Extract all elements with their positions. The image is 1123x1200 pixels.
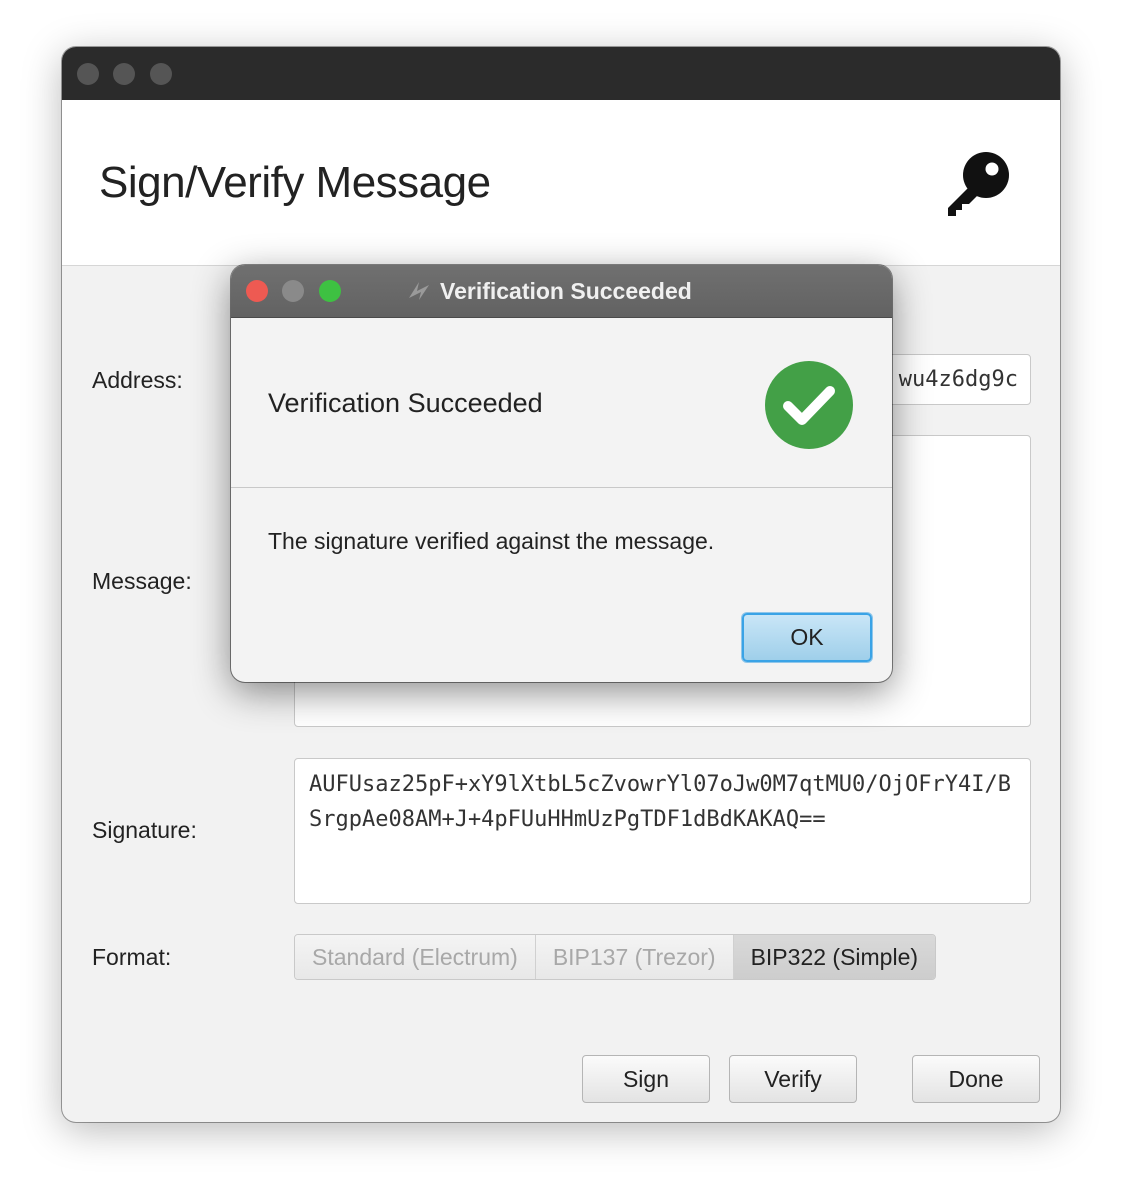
page-title: Sign/Verify Message (99, 158, 491, 207)
dialog-zoom-button[interactable] (319, 280, 341, 302)
dialog-titlebar: Verification Succeeded (231, 265, 892, 318)
format-segmented-control: Standard (Electrum) BIP137 (Trezor) BIP3… (294, 934, 937, 980)
zoom-window-button[interactable] (150, 63, 172, 85)
dialog-minimize-button (282, 280, 304, 302)
main-titlebar (62, 47, 1060, 100)
dialog-title: Verification Succeeded (440, 278, 692, 304)
format-option-bip322[interactable]: BIP322 (Simple) (733, 935, 936, 979)
dialog-heading: Verification Succeeded (268, 388, 543, 418)
format-option-bip137[interactable]: BIP137 (Trezor) (535, 935, 734, 979)
verification-dialog: Verification Succeeded Verification Succ… (231, 265, 892, 682)
dialog-header: Verification Succeeded (231, 318, 892, 488)
signature-label: Signature: (92, 817, 197, 843)
ok-button[interactable]: OK (742, 613, 872, 662)
header-panel: Sign/Verify Message (62, 100, 1060, 266)
check-circle-icon (765, 361, 853, 449)
dialog-close-button[interactable] (246, 280, 268, 302)
sign-button[interactable]: Sign (582, 1055, 710, 1103)
close-window-button[interactable] (77, 63, 99, 85)
dialog-message: The signature verified against the messa… (268, 528, 715, 554)
address-label: Address: (92, 367, 183, 393)
key-icon (948, 152, 1009, 216)
format-label: Format: (92, 944, 172, 970)
signature-field[interactable]: AUFUsaz25pF+xY9lXtbL5cZvowrYl07oJw0M7qtM… (294, 758, 1031, 904)
format-option-standard[interactable]: Standard (Electrum) (295, 935, 536, 979)
minimize-window-button[interactable] (113, 63, 135, 85)
verify-button[interactable]: Verify (729, 1055, 857, 1103)
done-button[interactable]: Done (912, 1055, 1040, 1103)
message-label: Message: (92, 568, 192, 594)
app-icon (409, 282, 429, 300)
